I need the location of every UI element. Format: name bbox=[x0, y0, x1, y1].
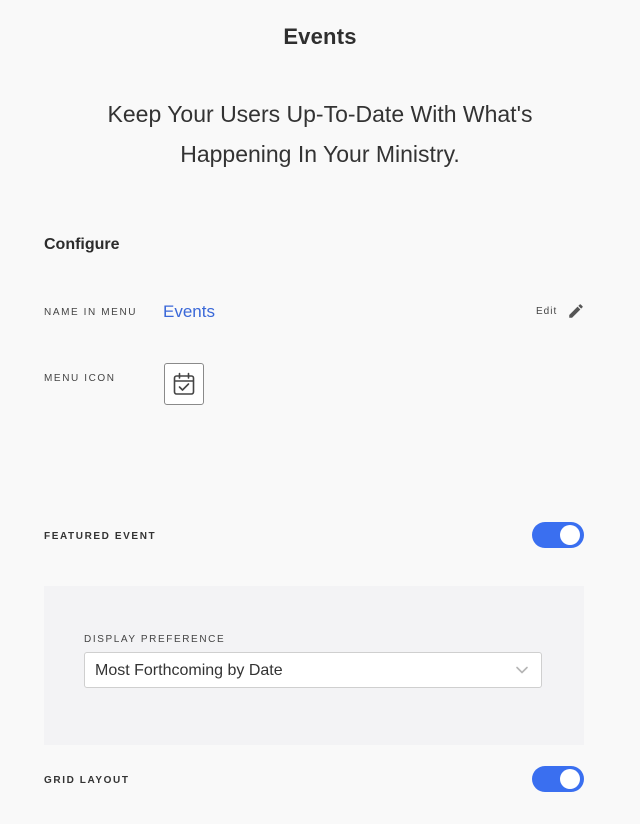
calendar-check-icon bbox=[173, 372, 195, 395]
featured-event-toggle[interactable] bbox=[532, 522, 584, 548]
edit-label: Edit bbox=[536, 305, 558, 317]
toggle-knob bbox=[560, 525, 580, 545]
page-title: Events bbox=[283, 24, 357, 49]
page-subtitle: Keep Your Users Up-To-Date With What's H… bbox=[107, 101, 533, 167]
configure-section-title: Configure bbox=[44, 236, 120, 253]
display-preference-value: Most Forthcoming by Date bbox=[95, 662, 283, 679]
menu-name-value: Events bbox=[163, 302, 215, 321]
display-preference-label: DISPLAY PREFERENCE bbox=[84, 634, 226, 645]
display-preference-select[interactable]: Most Forthcoming by Date bbox=[84, 652, 542, 688]
featured-event-label: FEATURED EVENT bbox=[44, 531, 157, 542]
grid-layout-toggle[interactable] bbox=[532, 766, 584, 792]
chevron-down-icon bbox=[516, 666, 528, 674]
toggle-knob bbox=[560, 769, 580, 789]
display-preference-panel: DISPLAY PREFERENCE Most Forthcoming by D… bbox=[44, 586, 584, 745]
edit-name-button[interactable]: Edit bbox=[536, 302, 585, 320]
name-in-menu-label: NAME IN MENU bbox=[44, 307, 138, 318]
pencil-icon bbox=[569, 304, 583, 318]
menu-icon-picker[interactable] bbox=[164, 363, 204, 405]
grid-layout-label: GRID LAYOUT bbox=[44, 775, 130, 786]
menu-icon-label: MENU ICON bbox=[44, 373, 116, 384]
